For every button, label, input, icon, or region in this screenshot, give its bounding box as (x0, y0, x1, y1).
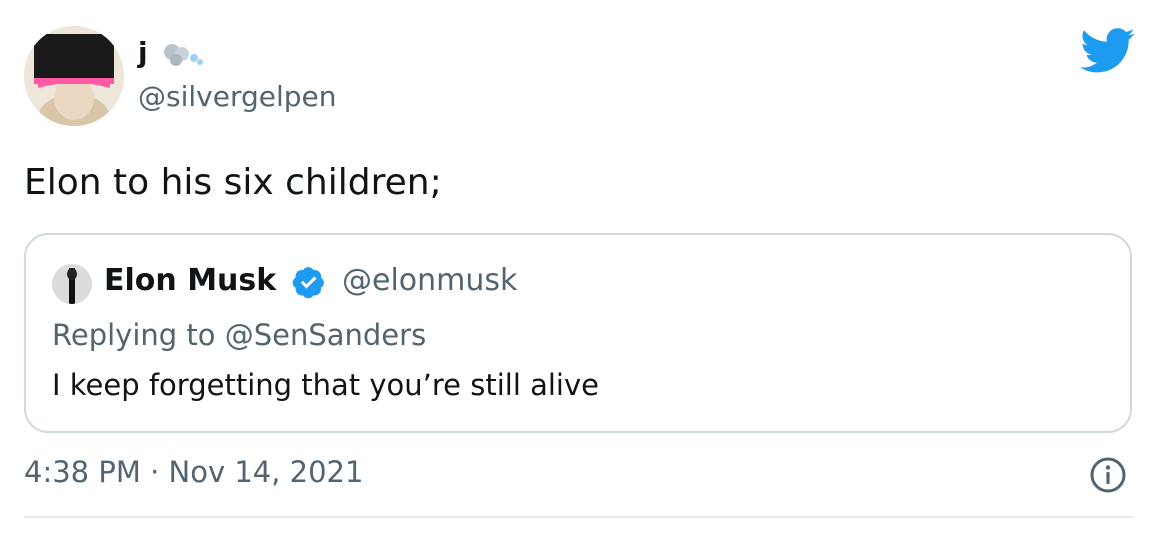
tweet-card: j @silvergelpen Elon to his six children… (0, 0, 1156, 536)
author-name[interactable]: j (138, 36, 148, 70)
quoted-author-name[interactable]: Elon Musk (104, 263, 276, 299)
quoted-tweet[interactable]: Elon Musk @elonmusk Replying to @SenSand… (24, 233, 1132, 433)
twitter-bird-icon[interactable] (1080, 28, 1136, 74)
author-avatar[interactable] (24, 26, 124, 126)
tweet-text: Elon to his six children; (24, 162, 442, 203)
divider (24, 516, 1134, 518)
dash-icon (160, 42, 204, 68)
verified-badge-icon (292, 265, 326, 299)
tweet-timestamp[interactable]: 4:38 PM · Nov 14, 2021 (24, 452, 363, 492)
quoted-tweet-text: I keep forgetting that you’re still aliv… (52, 368, 599, 402)
replying-to[interactable]: Replying to @SenSanders (52, 317, 426, 353)
author-handle[interactable]: @silvergelpen (138, 80, 337, 114)
quoted-author-avatar[interactable] (52, 264, 92, 304)
info-icon[interactable] (1088, 455, 1128, 495)
quoted-author-handle[interactable]: @elonmusk (342, 263, 517, 299)
